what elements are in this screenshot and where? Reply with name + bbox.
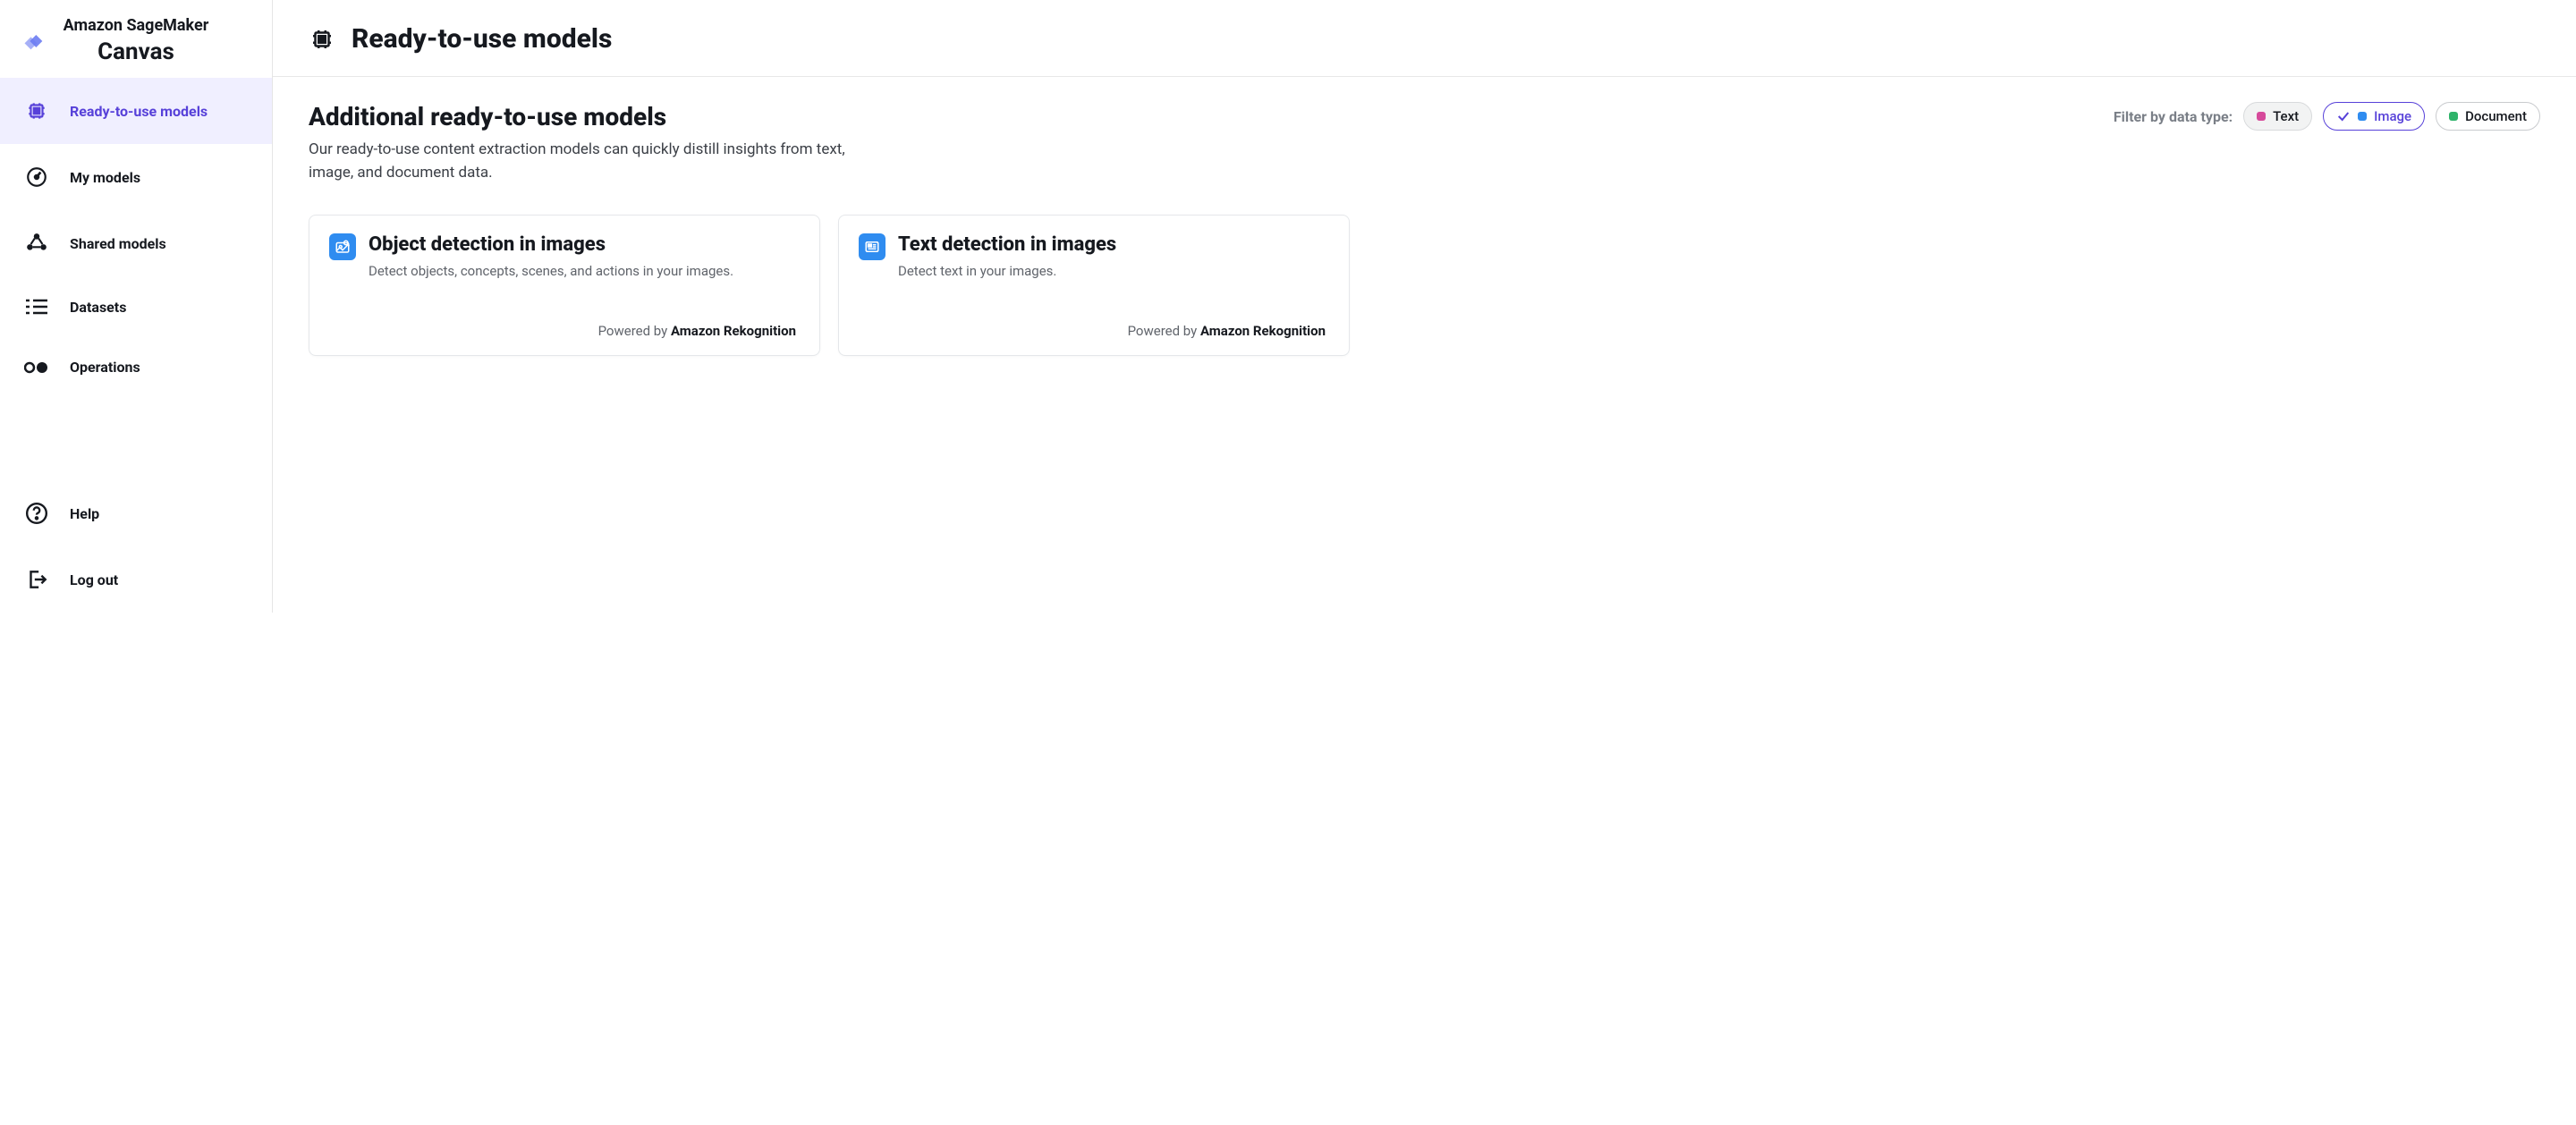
sidebar-item-label: Datasets	[70, 299, 126, 316]
list-icon	[23, 298, 50, 316]
sidebar-item-label: My models	[70, 169, 140, 186]
card-description: Detect text in your images.	[898, 263, 1116, 279]
chip-icon	[23, 99, 50, 123]
brand-logo-icon	[21, 29, 47, 54]
model-card-object-detection[interactable]: Object detection in images Detect object…	[309, 215, 820, 356]
nav: Ready-to-use models My models Shared mod…	[0, 78, 272, 397]
filter-chip-text[interactable]: Text	[2243, 102, 2312, 131]
sidebar-item-my-models[interactable]: My models	[0, 144, 272, 210]
filter-chip-label: Document	[2465, 108, 2527, 124]
operations-icon	[23, 359, 50, 376]
image-search-icon	[329, 233, 356, 260]
page-header: Ready-to-use models	[273, 0, 2576, 77]
sidebar-item-shared-models[interactable]: Shared models	[0, 210, 272, 276]
card-powered-by: Powered by Amazon Rekognition	[859, 323, 1326, 339]
share-icon	[23, 232, 50, 255]
dot-icon	[2257, 112, 2266, 121]
model-card-text-detection[interactable]: Text detection in images Detect text in …	[838, 215, 1350, 356]
main: Ready-to-use models Additional ready-to-…	[273, 0, 2576, 613]
filter-label: Filter by data type:	[2114, 108, 2233, 125]
sidebar: Amazon SageMaker Canvas Ready-to-use mod…	[0, 0, 273, 613]
page-title: Ready-to-use models	[352, 23, 612, 55]
sidebar-item-help[interactable]: Help	[0, 480, 272, 546]
section-title: Additional ready-to-use models	[309, 102, 881, 131]
logout-icon	[23, 568, 50, 591]
filter-chip-document[interactable]: Document	[2436, 102, 2540, 131]
filter-bar: Filter by data type: Text Image Document	[2114, 102, 2540, 131]
section-description: Our ready-to-use content extraction mode…	[309, 139, 881, 184]
help-icon	[23, 502, 50, 525]
card-title: Text detection in images	[898, 233, 1116, 256]
check-icon	[2336, 109, 2351, 123]
sidebar-item-operations[interactable]: Operations	[0, 337, 272, 397]
sidebar-item-logout[interactable]: Log out	[0, 546, 272, 613]
gauge-icon	[23, 165, 50, 189]
sidebar-item-ready-to-use-models[interactable]: Ready-to-use models	[0, 78, 272, 144]
card-description: Detect objects, concepts, scenes, and ac…	[369, 263, 733, 279]
dot-icon	[2449, 112, 2458, 121]
card-powered-by: Powered by Amazon Rekognition	[329, 323, 796, 339]
card-title: Object detection in images	[369, 233, 733, 256]
sidebar-item-label: Help	[70, 505, 99, 522]
filter-chip-label: Image	[2374, 108, 2411, 124]
dot-icon	[2358, 112, 2367, 121]
sidebar-item-label: Ready-to-use models	[70, 103, 208, 120]
sidebar-item-datasets[interactable]: Datasets	[0, 276, 272, 337]
brand-title: Amazon SageMaker	[18, 16, 254, 35]
sidebar-item-label: Log out	[70, 571, 118, 588]
filter-chip-image[interactable]: Image	[2323, 102, 2425, 131]
brand-sub: Canvas	[18, 38, 254, 65]
sidebar-item-label: Shared models	[70, 235, 166, 252]
text-card-icon	[859, 233, 886, 260]
filter-chip-label: Text	[2273, 108, 2299, 124]
sidebar-item-label: Operations	[70, 359, 140, 376]
chip-icon	[309, 26, 335, 53]
